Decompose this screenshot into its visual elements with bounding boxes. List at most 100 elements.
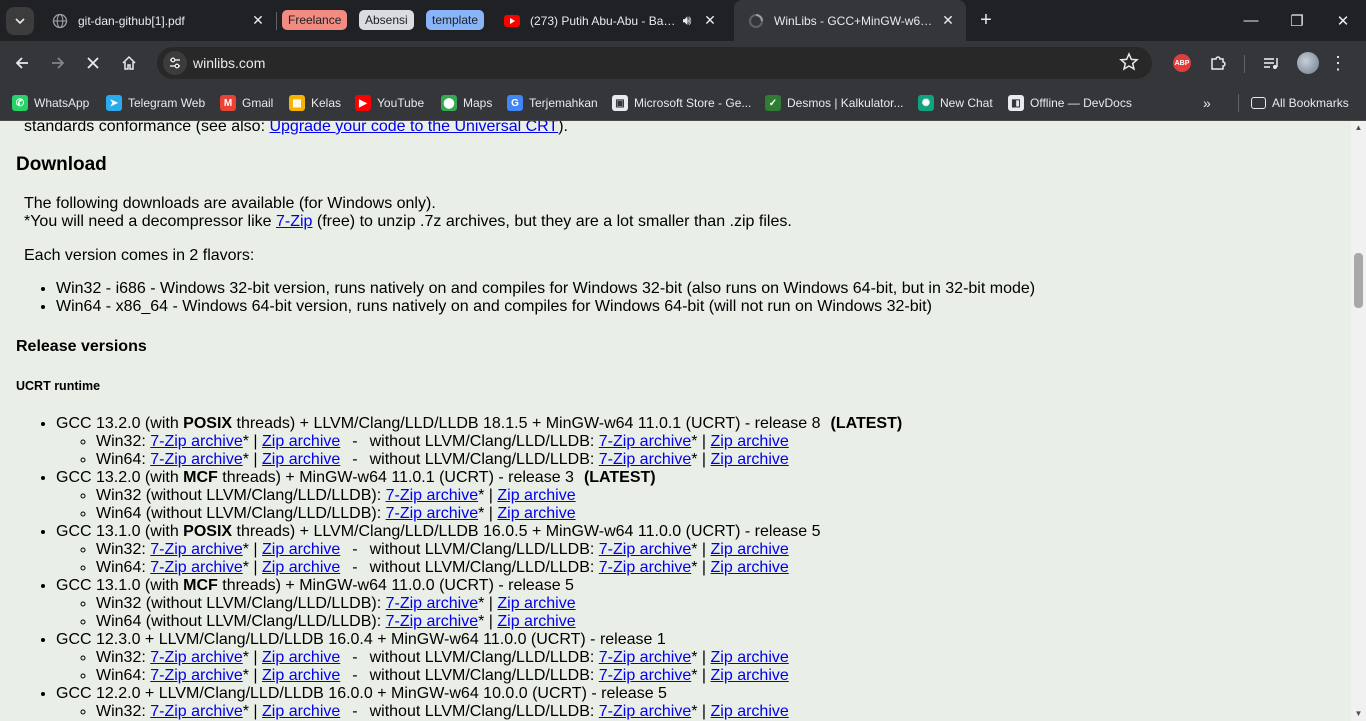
7zip-archive-link[interactable]: 7-Zip archive (599, 541, 691, 558)
scroll-down-icon[interactable]: ▼ (1354, 709, 1363, 718)
zip-archive-link[interactable]: Zip archive (711, 451, 789, 468)
7zip-archive-link[interactable]: 7-Zip archive (386, 595, 478, 612)
7zip-link[interactable]: 7-Zip (276, 213, 312, 230)
speaker-icon[interactable]: 🔊︎ (678, 12, 696, 29)
bookmark-label: Terjemahkan (529, 96, 598, 110)
restore-button[interactable]: ❐ (1274, 0, 1320, 41)
7zip-archive-link[interactable]: 7-Zip archive (386, 505, 478, 522)
zip-archive-link[interactable]: Zip archive (711, 703, 789, 720)
7zip-archive-link[interactable]: 7-Zip archive (599, 667, 691, 684)
zip-archive-link[interactable]: Zip archive (711, 559, 789, 576)
extensions-button[interactable] (1202, 47, 1234, 79)
forward-button[interactable] (42, 47, 74, 79)
zip-archive-link[interactable]: Zip archive (497, 487, 575, 504)
tab-group-template[interactable]: template (426, 10, 485, 30)
more-bookmarks-button[interactable]: » (1203, 92, 1211, 114)
chevron-double-right-icon: » (1203, 95, 1211, 111)
release-title-text: GCC 13.2.0 (with (56, 469, 184, 486)
platform-label: Win32: (96, 433, 151, 450)
zip-archive-link[interactable]: Zip archive (711, 541, 789, 558)
close-tab-icon[interactable]: ✕ (246, 12, 270, 29)
bookmark-classroom[interactable]: ▦ Kelas (289, 92, 341, 114)
scrollbar[interactable]: ▲ ▼ (1351, 121, 1366, 721)
scroll-up-icon[interactable]: ▲ (1354, 123, 1363, 132)
tab-group-absensi[interactable]: Absensi (359, 10, 414, 30)
devdocs-icon: ◧ (1008, 95, 1024, 111)
tab-pdf[interactable]: git-dan-github[1].pdf ✕ (38, 0, 276, 41)
bookmark-maps[interactable]: ⬤ Maps (441, 92, 492, 114)
zip-archive-link[interactable]: Zip archive (497, 595, 575, 612)
zip-archive-link[interactable]: Zip archive (497, 505, 575, 522)
close-tab-icon[interactable]: ✕ (936, 12, 960, 29)
bookmark-youtube[interactable]: ▶ YouTube (355, 92, 424, 114)
adblock-extension-button[interactable]: ABP (1166, 47, 1198, 79)
7zip-archive-link[interactable]: 7-Zip archive (599, 451, 691, 468)
stop-loading-button[interactable] (77, 47, 109, 79)
address-bar[interactable]: winlibs.com (157, 47, 1152, 79)
7zip-archive-link[interactable]: 7-Zip archive (599, 703, 691, 720)
zip-archive-link[interactable]: Zip archive (262, 559, 340, 576)
7zip-archive-link[interactable]: 7-Zip archive (386, 487, 478, 504)
close-tab-icon[interactable]: ✕ (698, 12, 722, 29)
media-controls-button[interactable] (1255, 47, 1287, 79)
bookmarks-bar: ✆ WhatsApp ➤ Telegram Web M Gmail ▦ Kelas ▶ YouTu… (0, 85, 1366, 121)
close-window-button[interactable]: ✕ (1320, 0, 1366, 41)
zip-archive-link[interactable]: Zip archive (262, 667, 340, 684)
bookmark-gmail[interactable]: M Gmail (220, 92, 273, 114)
zip-archive-link[interactable]: Zip archive (262, 451, 340, 468)
zip-archive-link[interactable]: Zip archive (711, 667, 789, 684)
bookmark-devdocs[interactable]: ◧ Offline — DevDocs (1008, 92, 1132, 114)
zip-archive-link[interactable]: Zip archive (262, 433, 340, 450)
back-button[interactable] (6, 47, 38, 79)
page-content: standards conformance (see also: Upgrade… (0, 121, 1351, 721)
all-bookmarks-button[interactable]: All Bookmarks (1251, 92, 1349, 114)
scrollbar-thumb[interactable] (1354, 253, 1363, 308)
runtime-heading: UCRT runtime (16, 379, 101, 393)
intro-prefix: standards conformance (see also: (24, 121, 270, 135)
platform-label: Win32: (96, 649, 151, 666)
zip-archive-link[interactable]: Zip archive (711, 433, 789, 450)
tab-group-freelance[interactable]: Freelance (282, 10, 348, 30)
release-title-text: GCC 13.1.0 (with (56, 523, 184, 540)
7zip-archive-link[interactable]: 7-Zip archive (150, 703, 242, 720)
profile-button[interactable] (1292, 47, 1324, 79)
7zip-archive-link[interactable]: 7-Zip archive (150, 649, 242, 666)
bookmark-chat[interactable]: ✺ New Chat (918, 92, 993, 114)
classroom-icon: ▦ (289, 95, 305, 111)
7zip-archive-link[interactable]: 7-Zip archive (599, 433, 691, 450)
minimize-button[interactable]: — (1228, 0, 1274, 41)
platform-label: Win64 (without LLVM/Clang/LLD/LLDB): (96, 613, 386, 630)
7zip-archive-link[interactable]: 7-Zip archive (150, 541, 242, 558)
menu-button[interactable]: ⋮ (1322, 47, 1354, 79)
tab-winlibs[interactable]: WinLibs - GCC+MinGW-w64 compiler ✕ (734, 0, 966, 41)
site-info-icon[interactable] (163, 51, 187, 75)
zip-archive-link[interactable]: Zip archive (262, 649, 340, 666)
7zip-archive-link[interactable]: 7-Zip archive (150, 667, 242, 684)
tab-youtube[interactable]: (273) Putih Abu-Abu - Bagas 🔊︎ ✕ (490, 0, 728, 41)
universal-crt-link[interactable]: Upgrade your code to the Universal CRT (269, 121, 558, 135)
new-tab-button[interactable]: + (970, 4, 1002, 36)
7zip-archive-link[interactable]: 7-Zip archive (386, 613, 478, 630)
7zip-archive-link[interactable]: 7-Zip archive (599, 559, 691, 576)
bookmarks-divider (1238, 94, 1239, 112)
platform-label: Win64 (without LLVM/Clang/LLD/LLDB): (96, 505, 386, 522)
zip-archive-link[interactable]: Zip archive (262, 541, 340, 558)
bookmark-telegram[interactable]: ➤ Telegram Web (106, 92, 205, 114)
home-icon (122, 55, 136, 70)
tab-search-button[interactable] (6, 7, 34, 35)
browser-chrome: git-dan-github[1].pdf ✕ Freelance Absens… (0, 0, 1366, 121)
7zip-archive-link[interactable]: 7-Zip archive (599, 649, 691, 666)
bookmark-whatsapp[interactable]: ✆ WhatsApp (12, 92, 89, 114)
home-button[interactable] (113, 47, 145, 79)
zip-archive-link[interactable]: Zip archive (262, 703, 340, 720)
zip-archive-link[interactable]: Zip archive (497, 613, 575, 630)
bookmark-desmos[interactable]: ✓ Desmos | Kalkulator... (765, 92, 904, 114)
bookmark-star-icon[interactable] (1119, 52, 1139, 77)
7zip-archive-link[interactable]: 7-Zip archive (150, 559, 242, 576)
bookmark-store[interactable]: ▣ Microsoft Store - Ge... (612, 92, 751, 114)
7zip-archive-link[interactable]: 7-Zip archive (150, 451, 242, 468)
7zip-archive-link[interactable]: 7-Zip archive (150, 433, 242, 450)
zip-archive-link[interactable]: Zip archive (711, 649, 789, 666)
release-title-text: threads) + MinGW-w64 11.0.0 (UCRT) - rel… (217, 577, 574, 594)
bookmark-translate[interactable]: G Terjemahkan (507, 92, 598, 114)
